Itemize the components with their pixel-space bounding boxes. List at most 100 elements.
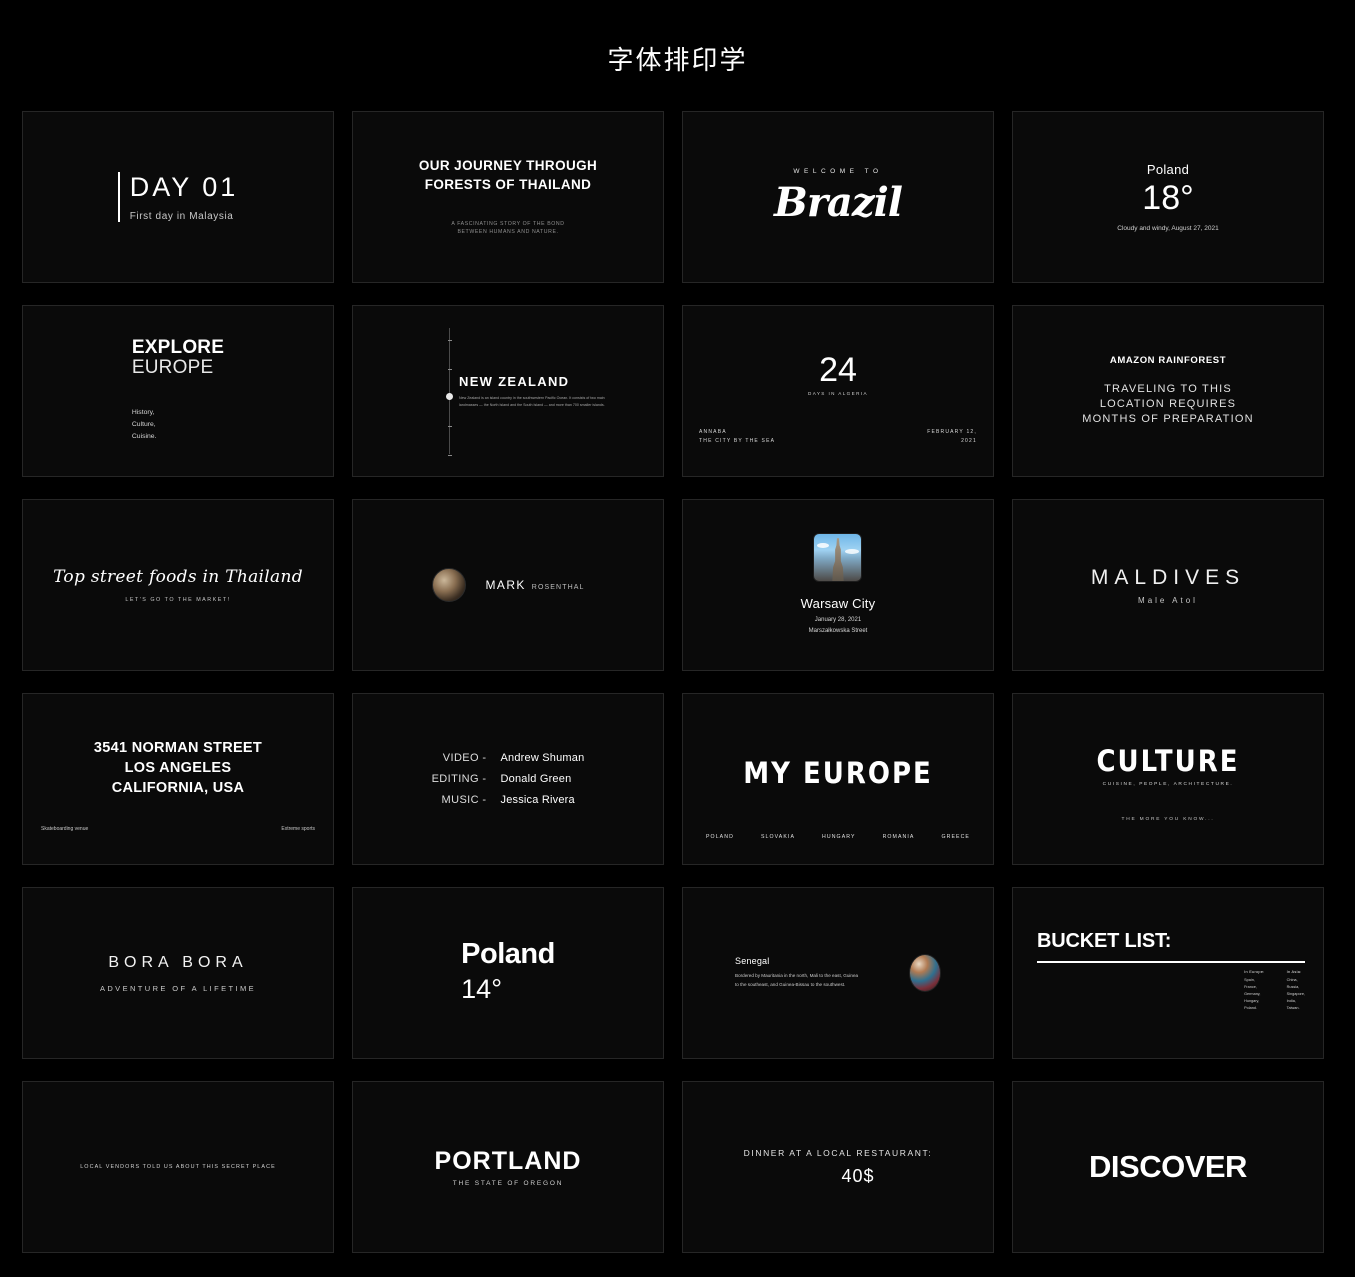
portland-subtitle: THE STATE OF OREGON — [452, 1180, 564, 1187]
card-poland-weather-18[interactable]: Poland 18° Cloudy and windy, August 27, … — [1012, 111, 1324, 283]
brazil-block: WELCOME TO Brazil — [774, 168, 903, 226]
senegal-text: Senegal Bordered by Mauritania in the no… — [735, 956, 863, 990]
culture-title: CULTURE — [1096, 745, 1240, 779]
maldives-title: MALDIVES — [1090, 565, 1246, 589]
card-bora-bora[interactable]: BORA BORA ADVENTURE OF A LIFETIME — [22, 887, 334, 1059]
card-local-vendors[interactable]: LOCAL VENDORS TOLD US ABOUT THIS SECRET … — [22, 1081, 334, 1253]
timeline-tick-4 — [447, 455, 452, 456]
card-street-foods[interactable]: Top street foods in Thailand LET'S GO TO… — [22, 499, 334, 671]
bucket-list-asia-column: In Asia: China, Russia, Singapore, India… — [1287, 970, 1305, 1013]
card-portland[interactable]: PORTLAND THE STATE OF OREGON — [352, 1081, 664, 1253]
credit-name-video: Andrew Shuman — [500, 752, 585, 764]
algeria-city: ANNABA — [699, 429, 727, 435]
card-24-days-algeria[interactable]: 24 DAYS IN ALGERIA ANNABA THE CITY BY TH… — [682, 305, 994, 477]
card-explore-europe[interactable]: EXPLORE EUROPE History, Culture, Cuisine… — [22, 305, 334, 477]
amazon-line-1: TRAVELING TO THIS — [1104, 383, 1232, 396]
card-day-01[interactable]: DAY 01 First day in Malaysia — [22, 111, 334, 283]
poland-18-temperature: 18° — [1142, 178, 1194, 217]
day-01-block: DAY 01 First day in Malaysia — [117, 172, 239, 222]
street-foods-block: Top street foods in Thailand LET'S GO TO… — [53, 567, 303, 603]
our-journey-line-2: FORESTS OF THAILAND — [424, 176, 592, 192]
timeline-dot-active — [446, 393, 453, 400]
palace-tower-shape — [832, 538, 844, 582]
street-foods-title: Top street foods in Thailand — [53, 567, 303, 587]
algeria-location: ANNABA THE CITY BY THE SEA — [699, 428, 775, 446]
my-europe-country-2: HUNGARY — [822, 834, 856, 840]
card-our-journey[interactable]: OUR JOURNEY THROUGH FORESTS OF THAILAND … — [352, 111, 664, 283]
explore-europe-block: EXPLORE EUROPE History, Culture, Cuisine… — [132, 339, 224, 442]
senegal-photo — [909, 954, 941, 992]
culture-subtitle: CUISINE, PEOPLE, ARCHITECTURE. — [1102, 782, 1234, 787]
bucket-europe-item-3: Hungary, — [1244, 999, 1260, 1004]
card-senegal[interactable]: Senegal Bordered by Mauritania in the no… — [682, 887, 994, 1059]
bucket-europe-item-2: Germany, — [1244, 992, 1261, 996]
warsaw-title: Warsaw City — [800, 596, 876, 612]
bucket-asia-item-2: Singapore, — [1286, 992, 1305, 996]
norman-street-venue-label: Skateboarding venue — [41, 826, 89, 832]
bucket-asia-item-3: India, — [1286, 999, 1296, 1004]
card-poland-weather-14[interactable]: Poland 14° — [352, 887, 664, 1059]
bora-bora-block: BORA BORA ADVENTURE OF A LIFETIME — [100, 954, 256, 993]
norman-street-line-2: LOS ANGELES — [124, 760, 232, 776]
brazil-kicker: WELCOME TO — [793, 168, 883, 175]
poland-18-block: Poland 18° Cloudy and windy, August 27, … — [1117, 162, 1218, 233]
avatar — [431, 568, 466, 602]
card-dinner-price[interactable]: DINNER AT A LOCAL RESTAURANT: 40$ — [682, 1081, 994, 1253]
bucket-asia-item-1: Russia, — [1286, 984, 1300, 989]
brazil-script-title: Brazil — [774, 179, 903, 226]
explore-europe-list: History, Culture, Cuisine. — [132, 407, 157, 443]
bucket-list-asia-items: China, Russia, Singapore, India, Taiwan. — [1287, 977, 1305, 1013]
senegal-body: Bordered by Mauritania in the north, Mal… — [735, 973, 859, 987]
credit-role-music: MUSIC - — [441, 794, 487, 806]
card-new-zealand[interactable]: NEW ZEALAND New Zealand is an island cou… — [352, 305, 664, 477]
credit-role-editing: EDITING - — [431, 773, 487, 785]
card-warsaw-city[interactable]: Warsaw City January 28, 2021 Marszałkows… — [682, 499, 994, 671]
my-europe-country-list: POLAND SLOVAKIA HUNGARY ROMANIA GREECE — [683, 834, 993, 840]
credit-name-editing: Donald Green — [500, 773, 572, 785]
vertical-rule — [117, 172, 120, 222]
card-culture[interactable]: CULTURE CUISINE, PEOPLE, ARCHITECTURE. T… — [1012, 693, 1324, 865]
bucket-europe-item-0: Spain, — [1244, 977, 1255, 982]
bora-bora-subtitle: ADVENTURE OF A LIFETIME — [99, 983, 257, 993]
card-discover[interactable]: DISCOVER — [1012, 1081, 1324, 1253]
poland-18-place: Poland — [1146, 161, 1190, 177]
explore-europe-item-2: Cuisine. — [131, 432, 157, 440]
algeria-day-count: 24 — [819, 350, 857, 389]
bucket-asia-item-4: Taiwan. — [1286, 1006, 1300, 1011]
maldives-subtitle: Male Atol — [1138, 595, 1198, 605]
cloud-shape-2 — [845, 549, 860, 555]
bucket-list-title: BUCKET LIST: — [1037, 930, 1172, 952]
card-brazil[interactable]: WELCOME TO Brazil — [682, 111, 994, 283]
card-maldives[interactable]: MALDIVES Male Atol — [1012, 499, 1324, 671]
amazon-line-2: LOCATION REQUIRES — [1099, 398, 1237, 411]
bucket-list-asia-head: In Asia: — [1286, 969, 1302, 974]
maldives-block: MALDIVES Male Atol — [1091, 566, 1245, 605]
bucket-asia-item-0: China, — [1286, 977, 1298, 982]
new-zealand-title: NEW ZEALAND — [459, 373, 570, 389]
mark-block: MARK ROSENTHAL — [431, 568, 585, 602]
warsaw-block: Warsaw City January 28, 2021 Marszałkows… — [801, 533, 876, 637]
my-europe-country-0: POLAND — [706, 834, 734, 840]
card-mark-rosenthal[interactable]: MARK ROSENTHAL — [352, 499, 664, 671]
card-credits[interactable]: VIDEO - Andrew Shuman EDITING - Donald G… — [352, 693, 664, 865]
bucket-list-europe-column: In Europe: Spain, France, Germany, Hunga… — [1244, 970, 1265, 1013]
mark-first-name: MARK — [485, 578, 526, 592]
norman-street-block: 3541 NORMAN STREET LOS ANGELES CALIFORNI… — [94, 738, 262, 798]
our-journey-sub-1: A FASCINATING STORY OF THE BOND — [451, 220, 565, 227]
card-norman-street[interactable]: 3541 NORMAN STREET LOS ANGELES CALIFORNI… — [22, 693, 334, 865]
algeria-date: FEBRUARY 12, 2021 — [927, 428, 977, 446]
poland-18-note: Cloudy and windy, August 27, 2021 — [1117, 225, 1219, 233]
card-amazon-rainforest[interactable]: AMAZON RAINFOREST TRAVELING TO THIS LOCA… — [1012, 305, 1324, 477]
warsaw-meta: January 28, 2021 Marszałkowska Street — [809, 615, 868, 637]
timeline-tick-3 — [447, 426, 452, 427]
card-bucket-list[interactable]: BUCKET LIST: In Europe: Spain, France, G… — [1012, 887, 1324, 1059]
our-journey-line-1: OUR JOURNEY THROUGH — [418, 158, 598, 174]
our-journey-subtitle: A FASCINATING STORY OF THE BOND BETWEEN … — [451, 220, 564, 237]
explore-europe-item-1: Culture, — [131, 420, 156, 428]
senegal-block: Senegal Bordered by Mauritania in the no… — [735, 954, 941, 992]
amazon-line-3: MONTHS OF PREPARATION — [1082, 412, 1254, 425]
portland-block: PORTLAND THE STATE OF OREGON — [435, 1147, 582, 1187]
mark-name-line: MARK ROSENTHAL — [486, 576, 585, 594]
poland-14-place: Poland — [461, 937, 555, 970]
card-my-europe[interactable]: MY EUROPE POLAND SLOVAKIA HUNGARY ROMANI… — [682, 693, 994, 865]
